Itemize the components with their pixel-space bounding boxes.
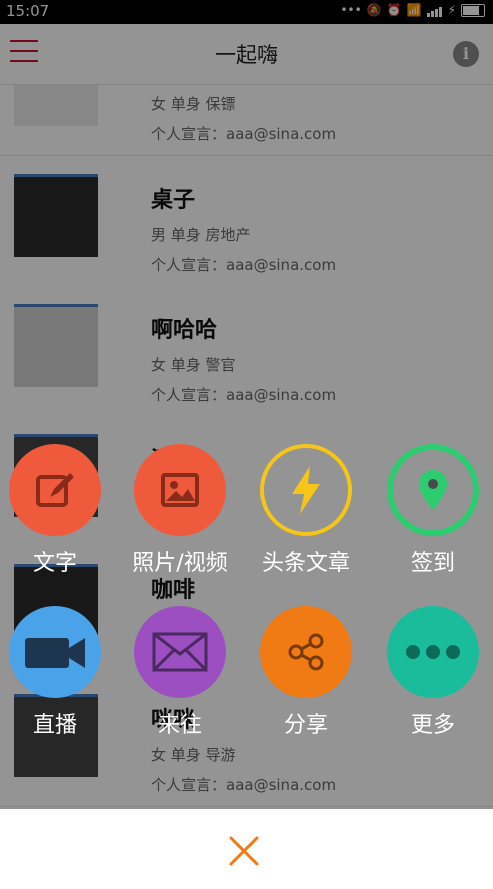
action-headline-article-button[interactable]: 头条文章 — [243, 444, 369, 577]
action-checkin-button[interactable]: 签到 — [370, 444, 493, 577]
more-dots-icon — [387, 606, 479, 698]
action-live-button[interactable]: 直播 — [0, 606, 118, 739]
action-label: 签到 — [410, 551, 455, 576]
action-label: 照片/视频 — [132, 551, 228, 576]
action-contacts-button[interactable]: 来往 — [117, 606, 243, 739]
mail-icon — [134, 606, 226, 698]
action-label: 更多 — [410, 713, 455, 738]
action-label: 分享 — [283, 713, 328, 738]
action-photo-video-button[interactable]: 照片/视频 — [117, 444, 243, 577]
close-icon — [229, 836, 259, 866]
action-share-button[interactable]: 分享 — [243, 606, 369, 739]
edit-icon — [9, 444, 101, 536]
location-pin-icon — [387, 444, 479, 536]
lightning-icon — [260, 444, 352, 536]
action-label: 来往 — [157, 713, 202, 738]
bottom-bar — [0, 809, 493, 889]
action-label: 直播 — [32, 713, 77, 738]
close-button[interactable] — [226, 833, 262, 869]
share-icon — [260, 606, 352, 698]
action-label: 文字 — [32, 551, 77, 576]
action-text-button[interactable]: 文字 — [0, 444, 118, 577]
action-more-button[interactable]: 更多 — [370, 606, 493, 739]
video-camera-icon — [9, 606, 101, 698]
action-label: 头条文章 — [261, 551, 350, 576]
image-icon — [134, 444, 226, 536]
